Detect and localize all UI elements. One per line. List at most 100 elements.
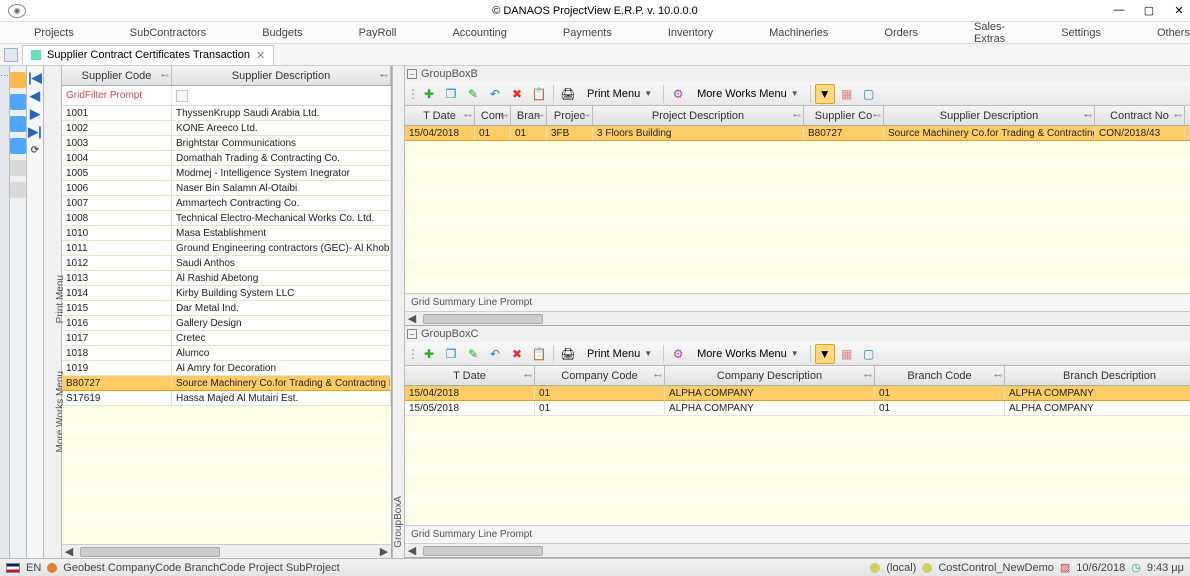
- filter-field-icon[interactable]: [176, 90, 188, 102]
- window-icon[interactable]: ▢: [859, 84, 879, 104]
- filter-toggle[interactable]: ▼: [815, 84, 835, 104]
- scroll-left-icon[interactable]: ◀: [405, 544, 419, 557]
- menu-projects[interactable]: Projects: [6, 27, 102, 39]
- supplier-row[interactable]: 1013Al Rashid Abetong: [62, 271, 391, 286]
- add-button[interactable]: ✚: [419, 344, 439, 364]
- supplier-row[interactable]: 1014Kirby Building System LLC: [62, 286, 391, 301]
- menu-payroll[interactable]: PayRoll: [331, 27, 425, 39]
- menu-accounting[interactable]: Accounting: [424, 27, 534, 39]
- supplier-row[interactable]: 1010Masa Establishment: [62, 226, 391, 241]
- nav-next-icon[interactable]: ▶: [27, 106, 43, 122]
- cert-row[interactable]: 15/04/201801ALPHA COMPANY01ALPHA COMPANY: [405, 386, 1190, 401]
- cert-row[interactable]: 15/05/201801ALPHA COMPANY01ALPHA COMPANY: [405, 401, 1190, 416]
- scroll-left-icon[interactable]: ◀: [62, 545, 76, 558]
- supplier-row[interactable]: 1018Alumco: [62, 346, 391, 361]
- print-icon[interactable]: [10, 160, 26, 176]
- maximize-button[interactable]: ▢: [1142, 4, 1156, 17]
- panel2-icon[interactable]: [10, 116, 26, 132]
- menu-machineries[interactable]: Machineries: [741, 27, 856, 39]
- nav-last-icon[interactable]: ▶|: [27, 124, 43, 140]
- layout-icon[interactable]: ▦: [837, 344, 857, 364]
- supplier-row[interactable]: 1019Al Amry for Decoration: [62, 361, 391, 376]
- menu-settings[interactable]: Settings: [1033, 27, 1129, 39]
- supplier-row[interactable]: 1011Ground Engineering contractors (GEC)…: [62, 241, 391, 256]
- window-icon[interactable]: ▢: [859, 344, 879, 364]
- supplier-row[interactable]: 1002KONE Areeco Ltd.: [62, 121, 391, 136]
- col-b-2[interactable]: Bran⊷: [511, 106, 547, 125]
- tab-list-icon[interactable]: [4, 48, 18, 62]
- col-b-8[interactable]: Cur⊷: [1185, 106, 1190, 125]
- settings-icon[interactable]: [10, 182, 26, 198]
- print-icon[interactable]: 🖨: [558, 344, 578, 364]
- layout-icon[interactable]: ▦: [837, 84, 857, 104]
- filter-icon[interactable]: [10, 72, 26, 88]
- supplier-row[interactable]: S17619Hassa Majed Al Mutairi Est.: [62, 391, 391, 406]
- col-c-0[interactable]: T Date⊷: [405, 366, 535, 385]
- revert-button[interactable]: ↶: [485, 344, 505, 364]
- groupc-hscroll[interactable]: ◀ ▶: [405, 543, 1190, 557]
- menu-sales-extras[interactable]: Sales-Extras: [946, 21, 1033, 45]
- copy-button[interactable]: ❐: [441, 344, 461, 364]
- lang-flag-icon[interactable]: [6, 563, 20, 573]
- groupb-collapse-icon[interactable]: −: [407, 69, 417, 79]
- col-b-1[interactable]: Com⊷: [475, 106, 511, 125]
- gear-icon[interactable]: ⚙: [668, 344, 688, 364]
- revert-button[interactable]: ↶: [485, 84, 505, 104]
- supplier-hscroll[interactable]: ◀ ▶: [62, 544, 391, 558]
- supplier-row[interactable]: 1001ThyssenKrupp Saudi Arabia Ltd.: [62, 106, 391, 121]
- nav-prev-icon[interactable]: ◀: [27, 88, 43, 104]
- refresh-icon[interactable]: ⟳: [27, 142, 43, 158]
- menu-orders[interactable]: Orders: [856, 27, 946, 39]
- groupb-hscroll[interactable]: ◀ ▶: [405, 311, 1190, 325]
- col-b-4[interactable]: Project Description⊷: [593, 106, 804, 125]
- add-button[interactable]: ✚: [419, 84, 439, 104]
- col-b-6[interactable]: Supplier Description⊷: [884, 106, 1095, 125]
- edit-button[interactable]: ✎: [463, 344, 483, 364]
- print-menu-dropdown[interactable]: Print Menu▼: [580, 84, 659, 104]
- tab-supplier-contract[interactable]: Supplier Contract Certificates Transacti…: [22, 45, 274, 65]
- supplier-row[interactable]: 1003Brightstar Communications: [62, 136, 391, 151]
- scroll-thumb[interactable]: [423, 314, 543, 324]
- edit-button[interactable]: ✎: [463, 84, 483, 104]
- supplier-row[interactable]: 1006Naser Bin Salamn Al-Otaibi: [62, 181, 391, 196]
- panel-icon[interactable]: [10, 94, 26, 110]
- scroll-right-icon[interactable]: ▶: [377, 545, 391, 558]
- tab-close-icon[interactable]: ✕: [256, 49, 265, 62]
- delete-button[interactable]: ✖: [507, 344, 527, 364]
- scroll-left-icon[interactable]: ◀: [405, 312, 419, 325]
- save-button[interactable]: 📋: [529, 344, 549, 364]
- scroll-thumb[interactable]: [423, 546, 543, 556]
- col-b-3[interactable]: Projec⊷: [547, 106, 593, 125]
- col-b-5[interactable]: Supplier Co⊷: [804, 106, 884, 125]
- save-button[interactable]: 📋: [529, 84, 549, 104]
- menu-payments[interactable]: Payments: [535, 27, 640, 39]
- supplier-row[interactable]: 1007Ammartech Contracting Co.: [62, 196, 391, 211]
- groupc-collapse-icon[interactable]: −: [407, 329, 417, 339]
- menu-others[interactable]: Others: [1129, 27, 1190, 39]
- menu-inventory[interactable]: Inventory: [640, 27, 741, 39]
- supplier-row[interactable]: 1004Domathah Trading & Contracting Co.: [62, 151, 391, 166]
- copy-button[interactable]: ❐: [441, 84, 461, 104]
- supplier-row[interactable]: 1005Modmej - Intelligence System Inegrat…: [62, 166, 391, 181]
- col-b-7[interactable]: Contract No⊷: [1095, 106, 1185, 125]
- menu-subcontractors[interactable]: SubContractors: [102, 27, 234, 39]
- col-supplier-code[interactable]: Supplier Code⊷: [62, 66, 172, 85]
- filter-toggle[interactable]: ▼: [815, 344, 835, 364]
- nav-first-icon[interactable]: |◀: [27, 70, 43, 86]
- menu-budgets[interactable]: Budgets: [234, 27, 330, 39]
- col-c-3[interactable]: Branch Code⊷: [875, 366, 1005, 385]
- panel3-icon[interactable]: [10, 138, 26, 154]
- contract-row[interactable]: 15/04/201801013FB3 Floors BuildingB80727…: [405, 126, 1190, 141]
- supplier-row[interactable]: 1016Gallery Design: [62, 316, 391, 331]
- close-button[interactable]: ✕: [1172, 4, 1186, 17]
- minimize-button[interactable]: —: [1112, 4, 1126, 17]
- gear-icon[interactable]: ⚙: [668, 84, 688, 104]
- print-icon[interactable]: 🖨: [558, 84, 578, 104]
- col-b-0[interactable]: T Date⊷: [405, 106, 475, 125]
- more-works-dropdown[interactable]: More Works Menu▼: [690, 84, 806, 104]
- delete-button[interactable]: ✖: [507, 84, 527, 104]
- print-menu-dropdown[interactable]: Print Menu▼: [580, 344, 659, 364]
- col-c-2[interactable]: Company Description⊷: [665, 366, 875, 385]
- col-supplier-desc[interactable]: Supplier Description⊷: [172, 66, 391, 85]
- supplier-row[interactable]: B80727Source Machinery Co.for Trading & …: [62, 376, 391, 391]
